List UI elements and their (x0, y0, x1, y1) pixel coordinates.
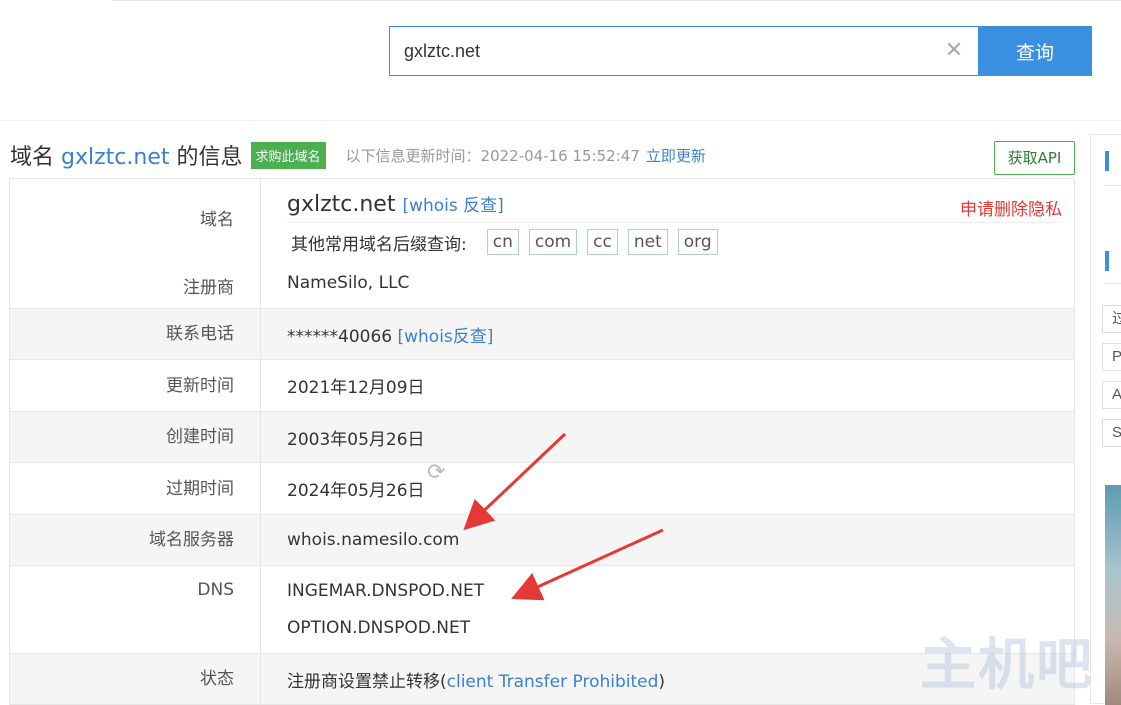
sidebar-ad-image[interactable] (1105, 485, 1121, 705)
status-link[interactable]: client Transfer Prohibited (447, 672, 659, 692)
label-whois-server: 域名服务器 (10, 514, 261, 566)
label-created: 创建时间 (10, 411, 261, 463)
search-input[interactable] (389, 26, 978, 76)
sidebar-item-2[interactable]: P (1102, 343, 1121, 371)
title-prefix: 域名 (10, 145, 55, 170)
whois-reverse-link[interactable]: [whois 反查] (402, 196, 503, 216)
search-bar: ✕ 查询 (389, 26, 1092, 76)
suffix-com[interactable]: com (528, 229, 578, 255)
suffix-cn[interactable]: cn (486, 229, 519, 255)
label-phone: 联系电话 (10, 308, 261, 360)
title-domain-link[interactable]: gxlztc.net (61, 145, 169, 170)
whois-table: 域名 注册商 gxlztc.net [whois 反查] 申请删除隐私 其他常用… (9, 178, 1075, 705)
phone-value: ******40066 (287, 326, 393, 347)
top-divider (112, 0, 1121, 1)
label-expires: 过期时间 (10, 462, 261, 515)
label-dns: DNS (10, 566, 261, 653)
close-icon[interactable]: ✕ (942, 38, 966, 62)
sidebar-section-marker (1105, 251, 1109, 271)
update-time: 2022-04-16 15:52:47 (480, 146, 640, 165)
table-row-expires: 过期时间 2024年05月26日 ⟳ (10, 460, 1074, 515)
page-title: 域名 gxlztc.net 的信息 求购此域名 以下信息更新时间：2022-04… (10, 138, 706, 172)
update-now-link[interactable]: 立即更新 (646, 145, 706, 166)
updated-value: 2021年12月09日 (287, 378, 425, 398)
dns-server-1: INGEMAR.DNSPOD.NET (287, 581, 485, 601)
watermark-logo: 主机吧 (920, 632, 1094, 698)
suffix-net[interactable]: net (627, 229, 668, 255)
buy-domain-button[interactable]: 求购此域名 (250, 141, 326, 169)
label-domain: 域名 (200, 210, 234, 230)
search-button[interactable]: 查询 (978, 26, 1092, 76)
label-registrar: 注册商 (183, 278, 234, 298)
get-api-button[interactable]: 获取API (994, 141, 1075, 175)
sidebar-item-3[interactable]: A (1102, 381, 1121, 409)
table-row-created: 创建时间 2003年05月26日 (10, 411, 1074, 463)
right-sidebar: 过 P A S (1090, 134, 1121, 705)
suffix-org[interactable]: org (677, 229, 718, 255)
created-value: 2003年05月26日 (287, 429, 425, 450)
sidebar-section-marker (1105, 151, 1109, 171)
whois-server-value: whois.namesilo.com (287, 530, 460, 550)
inner-divider (287, 222, 1062, 223)
expires-value: 2024年05月26日 (287, 481, 425, 501)
table-row-phone: 联系电话 ******40066 [whois反查] (10, 308, 1074, 360)
table-row-domain: 域名 注册商 gxlztc.net [whois 反查] 申请删除隐私 其他常用… (10, 179, 1074, 309)
status-suffix: ) (658, 671, 666, 692)
section-divider (0, 120, 1121, 121)
suffix-cc[interactable]: cc (587, 229, 618, 255)
table-row-status: 状态 注册商设置禁止转移(client Transfer Prohibited) (10, 654, 1074, 704)
label-updated: 更新时间 (10, 359, 261, 412)
update-label: 以下信息更新时间： (345, 146, 481, 165)
sidebar-divider (1105, 185, 1121, 186)
delete-privacy-link[interactable]: 申请删除隐私 (960, 195, 1062, 220)
phone-whois-link[interactable]: [whois反查] (398, 327, 494, 347)
table-row-dns: DNS INGEMAR.DNSPOD.NET OPTION.DNSPOD.NET (10, 566, 1074, 654)
sidebar-item-1[interactable]: 过 (1102, 305, 1121, 333)
label-status: 状态 (10, 654, 261, 704)
sidebar-item-4[interactable]: S (1102, 419, 1121, 447)
status-prefix: 注册商设置禁止转移( (287, 671, 447, 692)
suffix-label: 其他常用域名后缀查询: (291, 234, 467, 255)
title-suffix: 的信息 (176, 145, 243, 170)
domain-value: gxlztc.net (287, 192, 396, 217)
table-row-updated: 更新时间 2021年12月09日 (10, 359, 1074, 412)
refresh-icon[interactable]: ⟳ (427, 460, 445, 485)
sidebar-divider (1105, 283, 1121, 284)
registrar-value: NameSilo, LLC (287, 273, 410, 293)
